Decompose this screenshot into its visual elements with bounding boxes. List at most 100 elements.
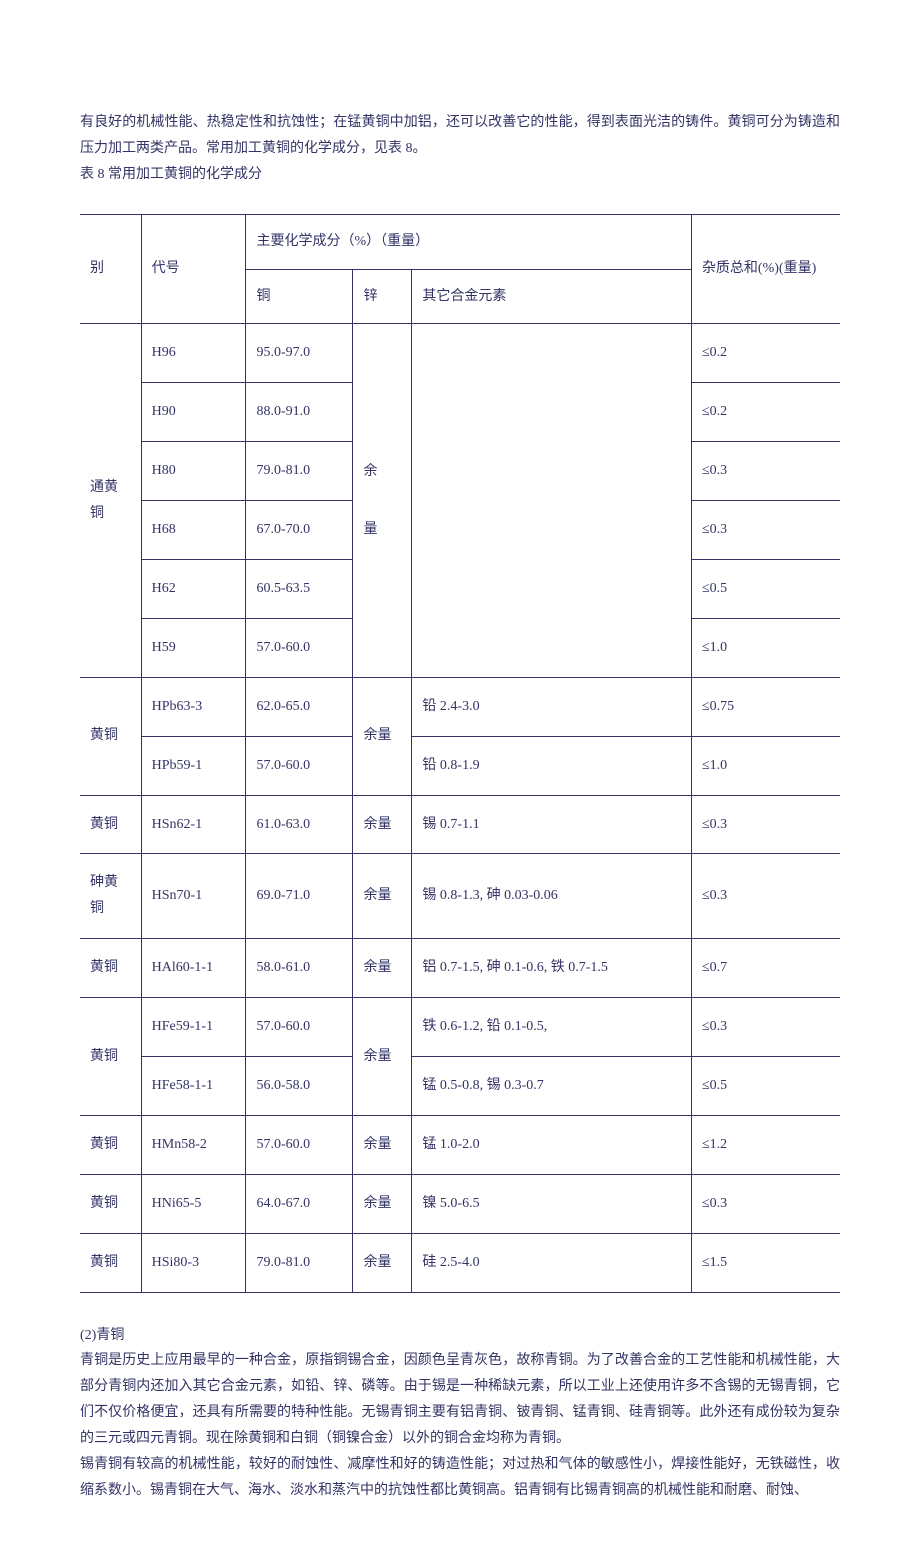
table-row: 黄铜 HSi80-3 79.0-81.0 余量 硅 2.5-4.0 ≤1.5 [80, 1233, 840, 1292]
code-cell: HFe59-1-1 [141, 998, 246, 1057]
other-cell: 锡 0.7-1.1 [412, 795, 692, 854]
cu-cell: 69.0-71.0 [246, 854, 353, 939]
code-cell: HPb63-3 [141, 677, 246, 736]
imp-cell: ≤0.3 [691, 1174, 840, 1233]
table-caption: 表 8 常用加工黄铜的化学成分 [80, 162, 840, 188]
table-row: 黄铜 HMn58-2 57.0-60.0 余量 锰 1.0-2.0 ≤1.2 [80, 1115, 840, 1174]
cu-cell: 57.0-60.0 [246, 998, 353, 1057]
other-cell: 硅 2.5-4.0 [412, 1233, 692, 1292]
cu-cell: 58.0-61.0 [246, 939, 353, 998]
zinc-cell: 余量 [353, 1174, 412, 1233]
imp-cell: ≤0.3 [691, 854, 840, 939]
zinc-cell: 量 [353, 501, 412, 678]
col-copper: 铜 [246, 269, 353, 324]
imp-cell: ≤0.3 [691, 795, 840, 854]
zinc-cell: 余量 [353, 1233, 412, 1292]
other-cell: 铅 0.8-1.9 [412, 736, 692, 795]
category-cell: 黄铜 [80, 1115, 141, 1174]
bronze-paragraph-1: 青铜是历史上应用最早的一种合金，原指铜锡合金，因颜色呈青灰色，故称青铜。为了改善… [80, 1348, 840, 1452]
code-cell: H90 [141, 383, 246, 442]
code-cell: H62 [141, 560, 246, 619]
code-cell: HSn70-1 [141, 854, 246, 939]
category-cell: 黄铜 [80, 795, 141, 854]
code-cell: HSn62-1 [141, 795, 246, 854]
code-cell: HFe58-1-1 [141, 1057, 246, 1116]
code-cell: H96 [141, 324, 246, 383]
category-cell: 黄铜 [80, 677, 141, 795]
other-cell: 锰 0.5-0.8, 锡 0.3-0.7 [412, 1057, 692, 1116]
category-cell: 黄铜 [80, 998, 141, 1116]
col-main-comp: 主要化学成分（%）（重量） [246, 214, 691, 269]
table-row: 黄铜 HPb63-3 62.0-65.0 余量 铅 2.4-3.0 ≤0.75 [80, 677, 840, 736]
intro-paragraph: 有良好的机械性能、热稳定性和抗蚀性；在锰黄铜中加铝，还可以改善它的性能，得到表面… [80, 110, 840, 162]
imp-cell: ≤0.2 [691, 383, 840, 442]
table-row: 黄铜 HSn62-1 61.0-63.0 余量 锡 0.7-1.1 ≤0.3 [80, 795, 840, 854]
col-impurity: 杂质总和(%)(重量) [691, 214, 840, 324]
table-row: 通黄铜 H96 95.0-97.0 余 ≤0.2 [80, 324, 840, 383]
imp-cell: ≤0.3 [691, 998, 840, 1057]
imp-cell: ≤0.5 [691, 1057, 840, 1116]
cu-cell: 56.0-58.0 [246, 1057, 353, 1116]
cu-cell: 88.0-91.0 [246, 383, 353, 442]
other-cell: 铝 0.7-1.5, 砷 0.1-0.6, 铁 0.7-1.5 [412, 939, 692, 998]
table-header-row: 别 代号 主要化学成分（%）（重量） 杂质总和(%)(重量) [80, 214, 840, 269]
bronze-paragraph-2: 锡青铜有较高的机械性能，较好的耐蚀性、减摩性和好的铸造性能；对过热和气体的敏感性… [80, 1452, 840, 1504]
code-cell: H80 [141, 442, 246, 501]
category-cell: 黄铜 [80, 1233, 141, 1292]
zinc-cell: 余量 [353, 939, 412, 998]
cu-cell: 79.0-81.0 [246, 1233, 353, 1292]
other-cell: 镍 5.0-6.5 [412, 1174, 692, 1233]
col-zinc: 锌 [353, 269, 412, 324]
cu-cell: 62.0-65.0 [246, 677, 353, 736]
code-cell: HSi80-3 [141, 1233, 246, 1292]
zinc-cell: 余量 [353, 998, 412, 1116]
imp-cell: ≤0.75 [691, 677, 840, 736]
cu-cell: 57.0-60.0 [246, 1115, 353, 1174]
cu-cell: 95.0-97.0 [246, 324, 353, 383]
code-cell: HPb59-1 [141, 736, 246, 795]
cu-cell: 60.5-63.5 [246, 560, 353, 619]
col-other: 其它合金元素 [412, 269, 692, 324]
imp-cell: ≤0.2 [691, 324, 840, 383]
category-cell: 黄铜 [80, 939, 141, 998]
table-row: 黄铜 HFe59-1-1 57.0-60.0 余量 铁 0.6-1.2, 铅 0… [80, 998, 840, 1057]
table-row: 黄铜 HNi65-5 64.0-67.0 余量 镍 5.0-6.5 ≤0.3 [80, 1174, 840, 1233]
imp-cell: ≤1.0 [691, 618, 840, 677]
zinc-cell: 余量 [353, 677, 412, 795]
col-category: 别 [80, 214, 141, 324]
imp-cell: ≤1.0 [691, 736, 840, 795]
cu-cell: 57.0-60.0 [246, 618, 353, 677]
table-row: HPb59-1 57.0-60.0 铅 0.8-1.9 ≤1.0 [80, 736, 840, 795]
code-cell: HAl60-1-1 [141, 939, 246, 998]
col-code: 代号 [141, 214, 246, 324]
code-cell: H68 [141, 501, 246, 560]
category-cell: 黄铜 [80, 1174, 141, 1233]
imp-cell: ≤1.5 [691, 1233, 840, 1292]
bronze-heading: (2)青铜 [80, 1323, 840, 1349]
other-cell: 铅 2.4-3.0 [412, 677, 692, 736]
other-cell: 锰 1.0-2.0 [412, 1115, 692, 1174]
zinc-cell: 余 [353, 324, 412, 501]
zinc-cell: 余量 [353, 854, 412, 939]
other-cell [412, 324, 692, 677]
category-cell: 通黄铜 [80, 324, 141, 677]
imp-cell: ≤0.7 [691, 939, 840, 998]
imp-cell: ≤0.3 [691, 501, 840, 560]
cu-cell: 79.0-81.0 [246, 442, 353, 501]
other-cell: 锡 0.8-1.3, 砷 0.03-0.06 [412, 854, 692, 939]
category-cell: 砷黄铜 [80, 854, 141, 939]
imp-cell: ≤1.2 [691, 1115, 840, 1174]
cu-cell: 61.0-63.0 [246, 795, 353, 854]
imp-cell: ≤0.5 [691, 560, 840, 619]
table-row: 砷黄铜 HSn70-1 69.0-71.0 余量 锡 0.8-1.3, 砷 0.… [80, 854, 840, 939]
code-cell: HMn58-2 [141, 1115, 246, 1174]
zinc-cell: 余量 [353, 1115, 412, 1174]
table-row: HFe58-1-1 56.0-58.0 锰 0.5-0.8, 锡 0.3-0.7… [80, 1057, 840, 1116]
zinc-cell: 余量 [353, 795, 412, 854]
cu-cell: 64.0-67.0 [246, 1174, 353, 1233]
code-cell: HNi65-5 [141, 1174, 246, 1233]
cu-cell: 57.0-60.0 [246, 736, 353, 795]
other-cell: 铁 0.6-1.2, 铅 0.1-0.5, [412, 998, 692, 1057]
cu-cell: 67.0-70.0 [246, 501, 353, 560]
brass-composition-table: 别 代号 主要化学成分（%）（重量） 杂质总和(%)(重量) 铜 锌 其它合金元… [80, 214, 840, 1293]
